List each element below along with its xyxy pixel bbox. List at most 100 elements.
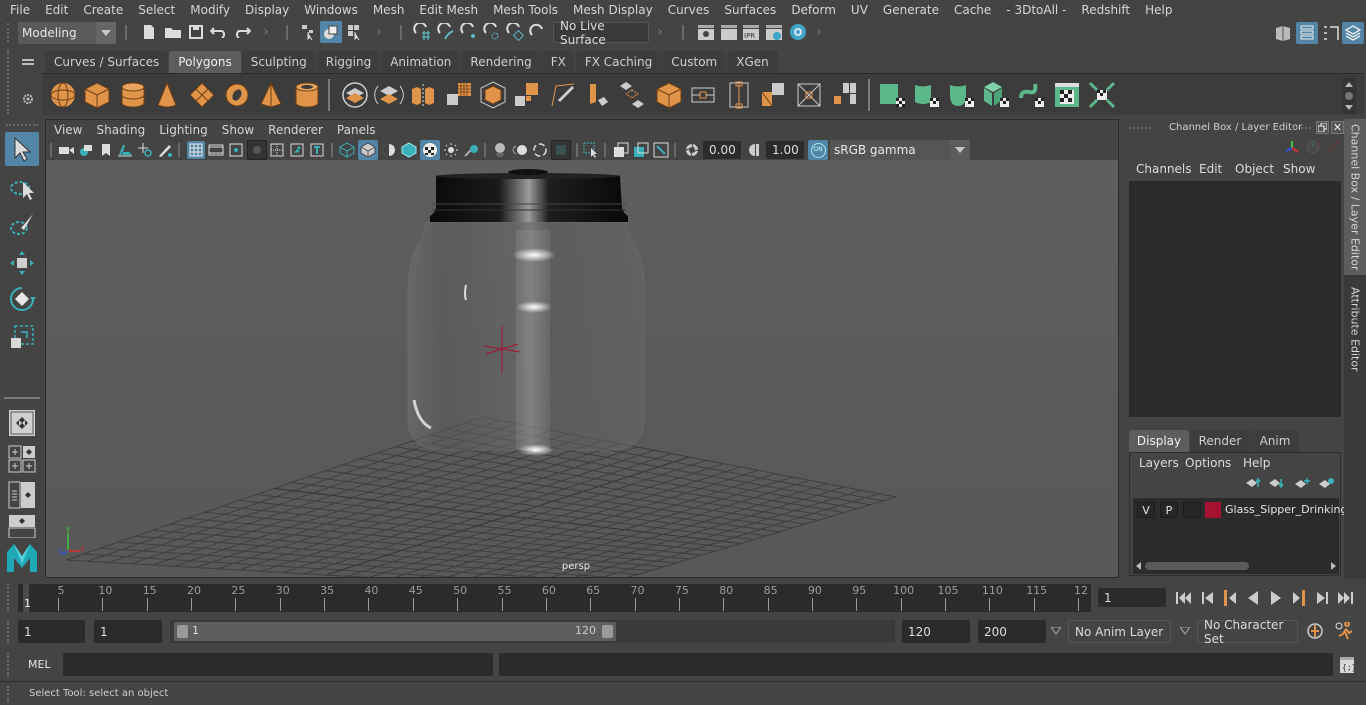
use-all-lights-icon[interactable] xyxy=(442,141,460,159)
range-end-handle[interactable] xyxy=(602,625,613,638)
poly-torus-icon[interactable] xyxy=(222,80,252,110)
uv-editor-icon[interactable] xyxy=(1052,80,1082,110)
menu-uv[interactable]: UV xyxy=(843,0,875,20)
rotate-tool-icon[interactable] xyxy=(5,282,39,316)
uv-layout-icon[interactable] xyxy=(1087,80,1117,110)
layer-horizontal-scrollbar[interactable] xyxy=(1133,560,1339,572)
menu-generate[interactable]: Generate xyxy=(875,0,946,20)
shelf-tab-curves-surfaces[interactable]: Curves / Surfaces xyxy=(45,51,169,73)
start-time-field[interactable]: 1 xyxy=(18,620,85,643)
menu-curves[interactable]: Curves xyxy=(660,0,717,20)
move-layer-up-icon[interactable] xyxy=(1244,476,1262,490)
2d-pan-zoom-icon[interactable] xyxy=(136,141,154,159)
side-tab-attribute-editor[interactable]: Attribute Editor xyxy=(1344,279,1366,379)
layer-tab-render[interactable]: Render xyxy=(1190,430,1250,452)
anim-layer-dropdown-arrow-icon[interactable] xyxy=(1050,625,1062,637)
poly-pyramid-icon[interactable] xyxy=(256,80,286,110)
image-plane-icon[interactable] xyxy=(116,141,134,159)
layer-visibility-toggle[interactable]: V xyxy=(1137,502,1155,518)
gamma-icon[interactable] xyxy=(747,141,763,159)
redo-icon[interactable] xyxy=(232,23,252,41)
snap-to-point-icon[interactable] xyxy=(459,22,479,42)
snap-to-curve-icon[interactable] xyxy=(436,22,456,42)
camera-attributes-icon[interactable] xyxy=(78,141,96,159)
menu-select[interactable]: Select xyxy=(130,0,182,20)
grease-pencil-icon[interactable] xyxy=(156,141,174,159)
3d-viewport[interactable]: y x z persp xyxy=(46,160,1118,577)
shelf-tab-rendering[interactable]: Rendering xyxy=(461,51,541,73)
layer-tab-anim[interactable]: Anim xyxy=(1251,430,1299,452)
default-material-icon[interactable] xyxy=(380,141,398,159)
menu-windows[interactable]: Windows xyxy=(296,0,365,20)
close-panel-icon[interactable]: ✕ xyxy=(1331,121,1344,134)
anim-layer-field[interactable]: No Anim Layer xyxy=(1068,620,1171,643)
layer-help-menu[interactable]: Help xyxy=(1243,456,1270,470)
side-tab-channel-box[interactable]: Channel Box / Layer Editor xyxy=(1344,119,1366,275)
smooth-shade-icon[interactable] xyxy=(358,140,378,160)
collapse-arrow-icon[interactable]: › xyxy=(262,24,270,40)
motion-blur-icon[interactable] xyxy=(511,141,529,159)
viewport-menu-show[interactable]: Show xyxy=(214,123,260,137)
xray-active-components-icon[interactable] xyxy=(632,141,650,159)
shelf-scroll[interactable] xyxy=(1342,78,1356,114)
menu-3dtoall[interactable]: - 3DtoAll - xyxy=(998,0,1073,20)
new-empty-layer-icon[interactable] xyxy=(1293,476,1311,490)
save-scene-icon[interactable] xyxy=(187,23,205,41)
textured-icon[interactable] xyxy=(420,140,440,160)
menu-display[interactable]: Display xyxy=(237,0,296,20)
menu-deform[interactable]: Deform xyxy=(783,0,843,20)
new-layer-from-selection-icon[interactable] xyxy=(1317,476,1335,490)
target-weld-icon[interactable] xyxy=(582,80,612,110)
xray-joints-icon[interactable] xyxy=(652,141,670,159)
poly-pipe-icon[interactable] xyxy=(292,80,322,110)
shelf-tab-custom[interactable]: Custom xyxy=(662,51,727,73)
persp-graph-layout-icon[interactable] xyxy=(5,514,39,538)
end-time-field[interactable]: 200 xyxy=(978,620,1046,643)
scrollbar-thumb[interactable] xyxy=(1145,562,1249,570)
layer-display-type-toggle[interactable] xyxy=(1183,502,1201,518)
extract-icon[interactable] xyxy=(654,80,684,110)
channel-object-menu[interactable]: Object xyxy=(1235,162,1274,176)
bridge-icon[interactable] xyxy=(617,80,647,110)
wedge-icon[interactable] xyxy=(794,80,824,110)
layer-playback-toggle[interactable]: P xyxy=(1160,502,1178,518)
combine-icon[interactable] xyxy=(340,80,370,110)
single-perspective-layout-icon[interactable] xyxy=(5,406,39,440)
character-set-field[interactable]: No Character Set xyxy=(1197,618,1298,646)
isolate-select-icon[interactable] xyxy=(582,141,600,159)
poly-cube-icon[interactable] xyxy=(82,80,112,110)
safe-title-icon[interactable] xyxy=(308,141,326,159)
open-scene-icon[interactable] xyxy=(163,23,183,41)
poly-cone-icon[interactable] xyxy=(152,80,182,110)
menu-create[interactable]: Create xyxy=(75,0,130,20)
snap-to-grid-icon[interactable] xyxy=(412,22,432,42)
shelf-menu-icon[interactable] xyxy=(19,56,37,68)
move-layer-down-icon[interactable] xyxy=(1267,476,1285,490)
layer-options-menu[interactable]: Options xyxy=(1185,456,1231,470)
auto-key-icon[interactable] xyxy=(1305,621,1325,641)
circularize-icon[interactable] xyxy=(828,80,858,110)
viewport-menu-view[interactable]: View xyxy=(46,123,88,137)
command-input[interactable] xyxy=(63,653,493,676)
shelf-tab-xgen[interactable]: XGen xyxy=(727,51,778,73)
poke-icon[interactable] xyxy=(758,80,788,110)
hyperbolic-icon[interactable] xyxy=(1325,139,1341,155)
channel-list[interactable] xyxy=(1129,181,1341,417)
attribute-editor-toggle-icon[interactable] xyxy=(1296,22,1318,44)
tool-settings-toggle-icon[interactable] xyxy=(1320,22,1342,44)
shelf-tab-animation[interactable]: Animation xyxy=(381,51,461,73)
go-to-start-button[interactable] xyxy=(1174,588,1194,608)
cylindrical-mapping-icon[interactable] xyxy=(912,80,942,110)
collapse-arrow-icon[interactable]: › xyxy=(815,24,823,40)
shelf-grip[interactable] xyxy=(7,50,11,114)
move-tool-icon[interactable] xyxy=(5,246,39,280)
undo-icon[interactable] xyxy=(209,23,229,41)
step-back-frame-button[interactable] xyxy=(1220,588,1240,608)
spherical-mapping-icon[interactable] xyxy=(947,80,977,110)
playback-start-field[interactable]: 1 xyxy=(94,620,162,643)
layers-menu[interactable]: Layers xyxy=(1139,456,1179,470)
viewport-menu-renderer[interactable]: Renderer xyxy=(260,123,329,137)
exposure-field[interactable]: 0.00 xyxy=(703,141,741,159)
play-forwards-button[interactable] xyxy=(1266,588,1286,608)
unfold-icon[interactable] xyxy=(1017,80,1047,110)
